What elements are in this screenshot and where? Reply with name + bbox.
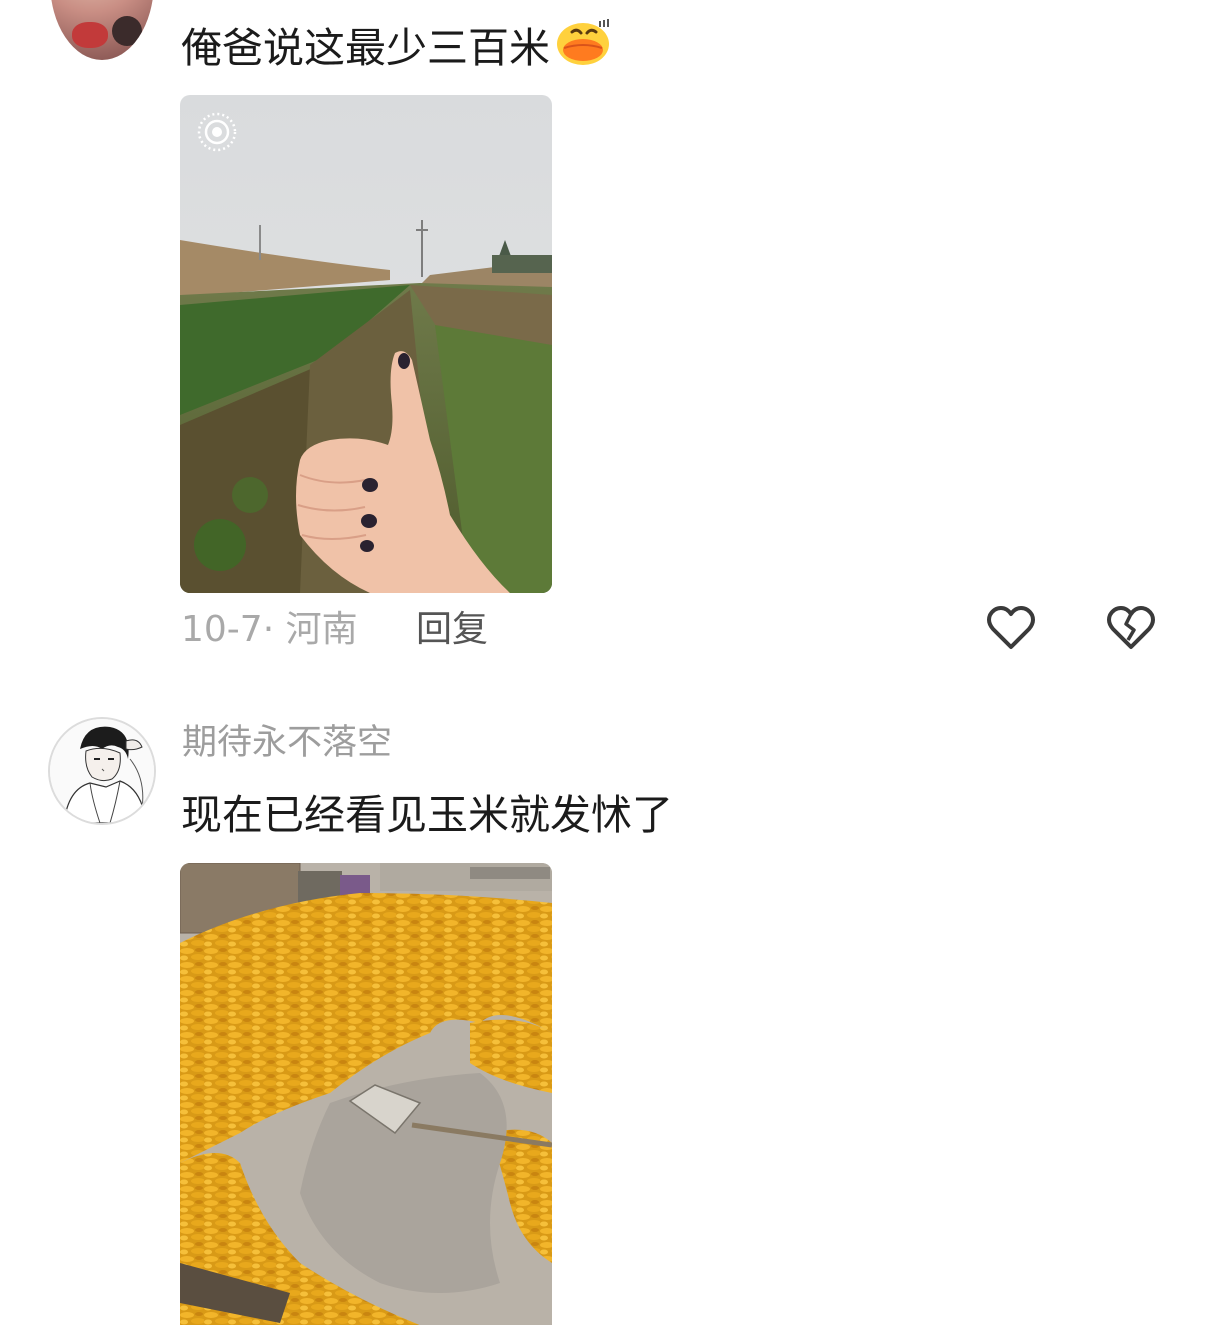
- comment-text-content: 俺爸说这最少三百米: [181, 24, 550, 72]
- heart-like-icon[interactable]: [986, 604, 1036, 652]
- avatar-detail: [112, 16, 142, 46]
- commenter-avatar[interactable]: [50, 0, 154, 60]
- live-photo-icon: [197, 112, 237, 152]
- broken-heart-dislike-icon[interactable]: [1106, 604, 1156, 652]
- comment-text: 俺爸说这最少三百米: [181, 19, 612, 74]
- commenter-username[interactable]: 期待永不落空: [182, 719, 392, 767]
- reply-button[interactable]: 回复: [416, 606, 488, 654]
- field-thumbs-up-image: [180, 95, 552, 593]
- duck-face-emoji-icon: [557, 19, 609, 65]
- comment-text: 现在已经看见玉米就发怵了: [181, 791, 673, 839]
- comment-date-location: 10-7· 河南: [181, 609, 358, 650]
- comment-thread: 俺爸说这最少三百米 10-7· 河南 回复 期待永不落空 现在已经看见玉米就发怵…: [0, 0, 1206, 1325]
- avatar-detail: [72, 22, 108, 48]
- comment-photo[interactable]: [180, 95, 552, 593]
- anime-sketch-avatar-image: [50, 719, 154, 823]
- comment-photo[interactable]: [180, 863, 552, 1325]
- drying-corn-image: [180, 863, 552, 1325]
- commenter-avatar[interactable]: [48, 717, 156, 825]
